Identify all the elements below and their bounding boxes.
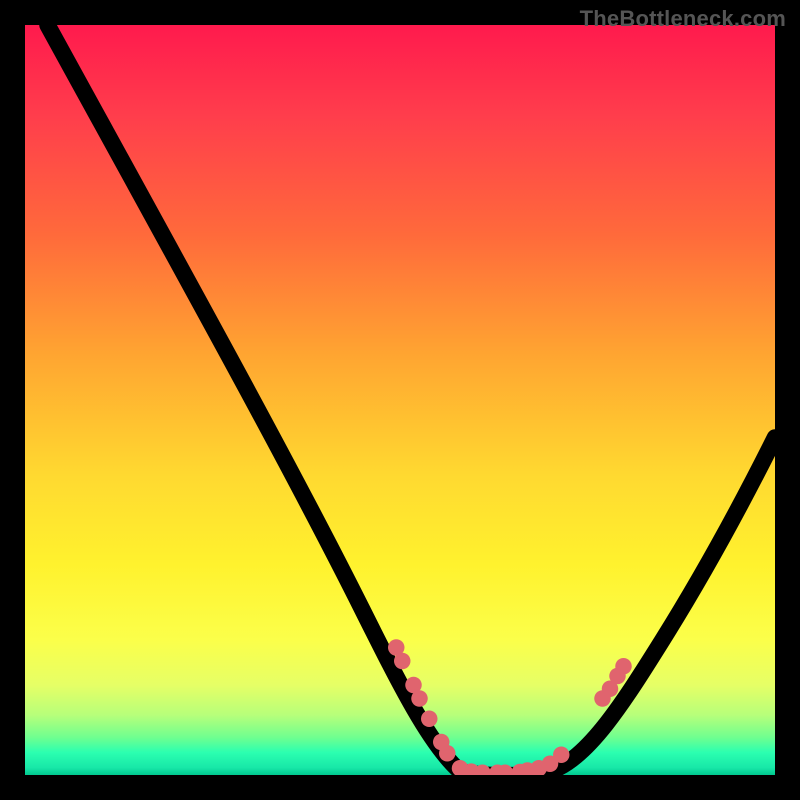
marker-group bbox=[388, 639, 632, 775]
curve-marker bbox=[411, 690, 428, 706]
watermark-text: TheBottleneck.com bbox=[580, 6, 786, 32]
curve-marker bbox=[615, 658, 631, 675]
chart-frame: TheBottleneck.com bbox=[0, 0, 800, 800]
curve-marker bbox=[421, 711, 438, 728]
bottleneck-curve-path bbox=[48, 25, 776, 775]
curve-marker bbox=[439, 745, 456, 762]
curve-marker bbox=[394, 653, 411, 669]
plot-area bbox=[25, 25, 775, 775]
curve-svg bbox=[25, 25, 775, 775]
curve-marker bbox=[553, 747, 570, 763]
